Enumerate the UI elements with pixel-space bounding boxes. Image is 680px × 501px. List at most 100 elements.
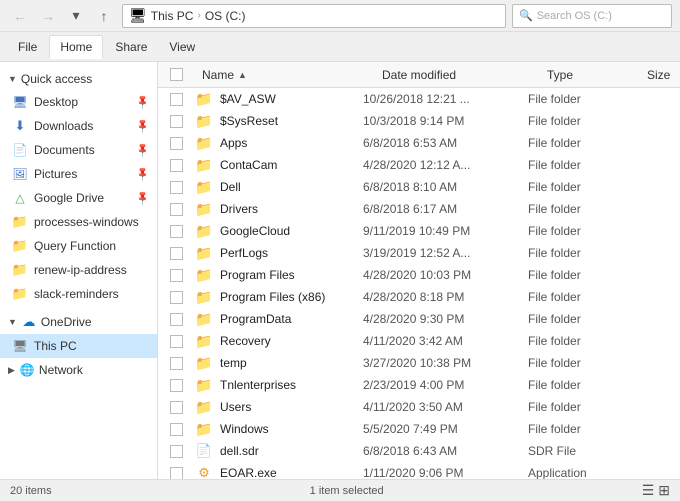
col-name-label: Name [202, 68, 234, 82]
row-check-area[interactable] [158, 93, 194, 106]
sidebar-label-processes: processes-windows [34, 215, 149, 229]
row-checkbox[interactable] [170, 159, 183, 172]
sidebar-item-downloads[interactable]: ⬇ Downloads 📌 [0, 114, 157, 138]
table-row[interactable]: 📁 Apps 6/8/2018 6:53 AM File folder [158, 132, 680, 154]
folder-icon: 📁 [195, 355, 212, 372]
col-header-name[interactable]: Name ▲ [194, 62, 374, 87]
row-check-area[interactable] [158, 313, 194, 326]
row-check-area[interactable] [158, 181, 194, 194]
folder-icon-slack: 📁 [12, 286, 28, 302]
table-row[interactable]: 📁 Users 4/11/2020 3:50 AM File folder [158, 396, 680, 418]
sidebar-item-slack[interactable]: 📁 slack-reminders [0, 282, 157, 306]
select-all-checkbox[interactable] [170, 68, 183, 81]
tab-file[interactable]: File [8, 36, 47, 58]
table-row[interactable]: 📁 Dell 6/8/2018 8:10 AM File folder [158, 176, 680, 198]
row-checkbox[interactable] [170, 401, 183, 414]
row-check-area[interactable] [158, 423, 194, 436]
col-header-size[interactable]: Size [639, 62, 680, 87]
row-checkbox[interactable] [170, 203, 183, 216]
table-row[interactable]: 📁 Windows 5/5/2020 7:49 PM File folder [158, 418, 680, 440]
address-bar[interactable]: 🖥 This PC › OS (C:) [122, 4, 506, 28]
sidebar-item-renew-ip[interactable]: 📁 renew-ip-address [0, 258, 157, 282]
sidebar-item-thispc[interactable]: 🖥 This PC [0, 334, 157, 358]
row-check-area[interactable] [158, 401, 194, 414]
sidebar-item-query-function[interactable]: 📁 Query Function [0, 234, 157, 258]
row-check-area[interactable] [158, 357, 194, 370]
row-icon: 📁 [194, 399, 214, 416]
title-bar: ← → ▾ ↑ 🖥 This PC › OS (C:) 🔍 Search OS … [0, 0, 680, 32]
sidebar-item-desktop[interactable]: 🖥 Desktop 📌 [0, 90, 157, 114]
path-separator-1: › [197, 10, 200, 21]
quick-access-header[interactable]: ▼ Quick access [0, 68, 157, 90]
path-segment-osc[interactable]: OS (C:) [205, 9, 246, 23]
table-row[interactable]: 📁 Tnlenterprises 2/23/2019 4:00 PM File … [158, 374, 680, 396]
row-check-area[interactable] [158, 115, 194, 128]
sidebar-item-processes-windows[interactable]: 📁 processes-windows [0, 210, 157, 234]
row-checkbox[interactable] [170, 269, 183, 282]
recent-button[interactable]: ▾ [64, 4, 88, 28]
table-row[interactable]: 📁 ContaCam 4/28/2020 12:12 A... File fol… [158, 154, 680, 176]
table-row[interactable]: 📁 temp 3/27/2020 10:38 PM File folder [158, 352, 680, 374]
folder-icon: 📁 [195, 91, 212, 108]
row-check-area[interactable] [158, 247, 194, 260]
table-row[interactable]: 📁 GoogleCloud 9/11/2019 10:49 PM File fo… [158, 220, 680, 242]
network-header[interactable]: ▶ 🌐 Network [0, 358, 157, 382]
table-row[interactable]: 📁 Drivers 6/8/2018 6:17 AM File folder [158, 198, 680, 220]
sidebar-item-documents[interactable]: 📄 Documents 📌 [0, 138, 157, 162]
up-button[interactable]: ↑ [92, 4, 116, 28]
row-checkbox[interactable] [170, 379, 183, 392]
table-row[interactable]: 📁 Program Files 4/28/2020 10:03 PM File … [158, 264, 680, 286]
row-checkbox[interactable] [170, 467, 183, 480]
row-checkbox[interactable] [170, 115, 183, 128]
row-check-area[interactable] [158, 137, 194, 150]
row-checkbox[interactable] [170, 137, 183, 150]
sidebar-label-documents: Documents [34, 143, 131, 157]
sidebar-item-googledrive[interactable]: △ Google Drive 📌 [0, 186, 157, 210]
table-row[interactable]: ⚙ EOAR.exe 1/11/2020 9:06 PM Application [158, 462, 680, 479]
folder-icon: 📁 [195, 113, 212, 130]
forward-button[interactable]: → [36, 4, 60, 28]
row-icon: 📁 [194, 223, 214, 240]
row-check-area[interactable] [158, 203, 194, 216]
row-checkbox[interactable] [170, 423, 183, 436]
table-row[interactable]: 📁 ProgramData 4/28/2020 9:30 PM File fol… [158, 308, 680, 330]
back-button[interactable]: ← [8, 4, 32, 28]
tab-share[interactable]: Share [105, 36, 157, 58]
row-check-area[interactable] [158, 225, 194, 238]
header-check[interactable] [158, 68, 194, 81]
row-check-area[interactable] [158, 291, 194, 304]
sidebar-item-pictures[interactable]: 🖼 Pictures 📌 [0, 162, 157, 186]
row-checkbox[interactable] [170, 335, 183, 348]
table-row[interactable]: 📁 Recovery 4/11/2020 3:42 AM File folder [158, 330, 680, 352]
row-checkbox[interactable] [170, 225, 183, 238]
row-checkbox[interactable] [170, 445, 183, 458]
search-bar[interactable]: 🔍 Search OS (C:) [512, 4, 672, 28]
row-checkbox[interactable] [170, 313, 183, 326]
table-row[interactable]: 📁 Program Files (x86) 4/28/2020 8:18 PM … [158, 286, 680, 308]
large-icon-view-icon[interactable]: ⊞ [658, 482, 670, 499]
row-check-area[interactable] [158, 445, 194, 458]
row-checkbox[interactable] [170, 291, 183, 304]
table-row[interactable]: 📄 dell.sdr 6/8/2018 6:43 AM SDR File [158, 440, 680, 462]
tab-view[interactable]: View [159, 36, 205, 58]
row-icon: 📁 [194, 355, 214, 372]
row-check-area[interactable] [158, 269, 194, 282]
table-row[interactable]: 📁 $AV_ASW 10/26/2018 12:21 ... File fold… [158, 88, 680, 110]
details-view-icon[interactable]: ☰ [642, 482, 655, 499]
row-checkbox[interactable] [170, 357, 183, 370]
table-row[interactable]: 📁 PerfLogs 3/19/2019 12:52 A... File fol… [158, 242, 680, 264]
row-check-area[interactable] [158, 379, 194, 392]
col-header-date[interactable]: Date modified [374, 62, 539, 87]
row-type: SDR File [520, 444, 620, 458]
table-row[interactable]: 📁 $SysReset 10/3/2018 9:14 PM File folde… [158, 110, 680, 132]
row-checkbox[interactable] [170, 93, 183, 106]
row-check-area[interactable] [158, 159, 194, 172]
row-check-area[interactable] [158, 467, 194, 480]
tab-home[interactable]: Home [49, 35, 103, 59]
row-check-area[interactable] [158, 335, 194, 348]
path-segment-thispc[interactable]: This PC [151, 9, 194, 23]
col-header-type[interactable]: Type [539, 62, 639, 87]
row-checkbox[interactable] [170, 247, 183, 260]
onedrive-header[interactable]: ▼ ☁ OneDrive [0, 310, 157, 334]
row-checkbox[interactable] [170, 181, 183, 194]
